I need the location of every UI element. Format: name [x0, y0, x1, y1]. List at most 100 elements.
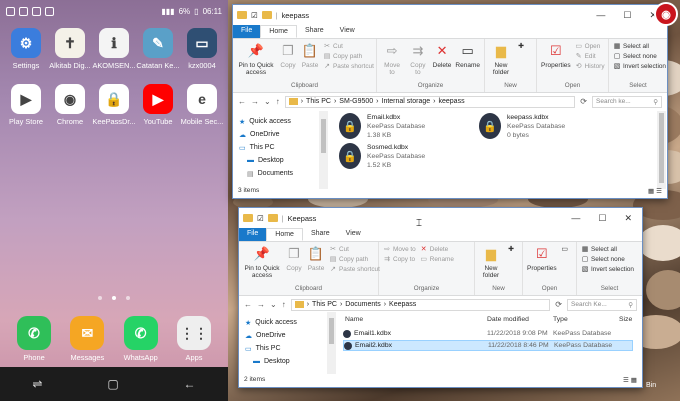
- breadcrumb-internal-storage[interactable]: Internal storage: [382, 98, 431, 105]
- delete-button[interactable]: ✕ Delete: [433, 42, 452, 82]
- select-none-button[interactable]: ▢ Select none: [613, 53, 666, 60]
- back-arrow-icon[interactable]: ←: [238, 97, 246, 106]
- app-keepass[interactable]: 🔒 KeePassDr...: [92, 84, 136, 126]
- search-input[interactable]: Search ke... ⚲: [592, 95, 662, 108]
- minimize-button[interactable]: —: [596, 10, 605, 21]
- refresh-icon[interactable]: ⟳: [555, 300, 562, 309]
- new-folder-button[interactable]: ▆ New folder: [479, 245, 503, 285]
- app-bible[interactable]: ✝ Alkitab Dig...: [48, 28, 92, 70]
- tab-view[interactable]: View: [332, 25, 363, 38]
- column-type[interactable]: Type: [553, 316, 619, 323]
- open-small-button[interactable]: ▭: [561, 246, 569, 253]
- nav-desktop[interactable]: ▬ Desktop: [239, 154, 329, 167]
- app-notes[interactable]: ✎ Catatan Ke...: [136, 28, 180, 70]
- copy-to-button[interactable]: ⇉ Copy to: [407, 42, 428, 82]
- select-all-button[interactable]: ▦ Select all: [613, 43, 666, 50]
- recent-locations-icon[interactable]: ⌄: [264, 97, 271, 106]
- app-kzx[interactable]: ▭ kzx0004: [180, 28, 224, 70]
- pin-quick-access-button[interactable]: 📌 Pin to Quick access: [237, 42, 275, 82]
- app-youtube[interactable]: ▶ YouTube: [136, 84, 180, 126]
- open-button[interactable]: ▭ Open: [575, 43, 605, 50]
- up-arrow-icon[interactable]: ↑: [282, 300, 286, 309]
- nav-desktop[interactable]: ▬ Desktop: [245, 355, 335, 368]
- file-item[interactable]: 🔒 keepass.kdbx KeePass Database 0 bytes: [479, 113, 565, 140]
- tab-share[interactable]: Share: [297, 25, 332, 38]
- app-info[interactable]: ℹ AKOMSEN...: [92, 28, 136, 70]
- nav-this-pc[interactable]: ▭ This PC: [239, 141, 329, 154]
- file-item[interactable]: 🔒 Sosmed.kdbx KeePass Database 1.52 KB: [339, 143, 425, 170]
- tab-view[interactable]: View: [338, 228, 369, 241]
- paste-shortcut-button[interactable]: ↗ Paste shortcut: [323, 63, 374, 70]
- properties-button[interactable]: ☑ Properties: [527, 245, 557, 285]
- back-icon[interactable]: ←: [184, 377, 196, 391]
- file-item[interactable]: 🔒 Email.kdbx KeePass Database 1.38 KB: [339, 113, 425, 140]
- nav-quick-access[interactable]: ★ Quick access: [239, 115, 329, 128]
- maximize-button[interactable]: ☐: [598, 213, 606, 224]
- back-arrow-icon[interactable]: ←: [244, 300, 252, 309]
- copy-path-button[interactable]: ▤ Copy path: [329, 256, 380, 263]
- column-date-modified[interactable]: Date modified: [487, 316, 553, 323]
- nav-scrollbar[interactable]: [319, 111, 328, 189]
- delete-button[interactable]: ✕ Delete: [420, 246, 454, 253]
- copy-button[interactable]: ❐ Copy: [285, 245, 303, 285]
- column-name[interactable]: Name: [345, 316, 487, 323]
- scroll-thumb[interactable]: [321, 119, 326, 153]
- new-folder-button[interactable]: ▆ New folder: [489, 42, 513, 82]
- app-messages[interactable]: ✉ Messages: [65, 316, 109, 362]
- move-to-button[interactable]: ⇨ Move to: [383, 246, 416, 253]
- address-bar[interactable]: › This PC › Documents › Keepass: [290, 298, 551, 311]
- forward-arrow-icon[interactable]: →: [251, 97, 259, 106]
- breadcrumb-documents[interactable]: Documents: [345, 301, 380, 308]
- app-eset[interactable]: e Mobile Sec...: [180, 84, 224, 126]
- quick-save-icon[interactable]: ☑: [257, 214, 264, 223]
- view-toggle-icons[interactable]: ▦ ☰: [648, 187, 662, 196]
- tab-home[interactable]: Home: [266, 228, 303, 241]
- invert-selection-button[interactable]: ▧ Invert selection: [581, 266, 634, 273]
- move-to-button[interactable]: ⇨ Move to: [381, 42, 403, 82]
- app-phone[interactable]: ✆ Phone: [12, 316, 56, 362]
- recent-locations-icon[interactable]: ⌄: [270, 300, 277, 309]
- forward-arrow-icon[interactable]: →: [257, 300, 265, 309]
- nav-quick-access[interactable]: ★ Quick access: [245, 316, 335, 329]
- paste-shortcut-button[interactable]: ↗ Paste shortcut: [329, 266, 380, 273]
- recent-apps-icon[interactable]: ⇌: [32, 377, 42, 391]
- record-icon[interactable]: ◉: [654, 2, 678, 26]
- search-input[interactable]: Search Ke... ⚲: [567, 298, 637, 311]
- view-toggle-icons[interactable]: ☰ ▦: [623, 376, 637, 385]
- home-icon[interactable]: ▢: [107, 377, 118, 391]
- minimize-button[interactable]: —: [571, 213, 580, 224]
- table-row[interactable]: Email1.kdbx 11/22/2018 9:08 PM KeePass D…: [343, 328, 633, 339]
- up-arrow-icon[interactable]: ↑: [276, 97, 280, 106]
- cut-button[interactable]: ✂ Cut: [329, 246, 380, 253]
- breadcrumb-keepass[interactable]: keepass: [439, 98, 465, 105]
- pin-quick-access-button[interactable]: 📌 Pin to Quick access: [243, 245, 281, 285]
- app-chrome[interactable]: ◉ Chrome: [48, 84, 92, 126]
- recycle-bin-label[interactable]: Bin: [646, 382, 656, 389]
- invert-selection-button[interactable]: ▧ Invert selection: [613, 63, 666, 70]
- edit-button[interactable]: ✎ Edit: [575, 53, 605, 60]
- tab-home[interactable]: Home: [260, 25, 297, 38]
- copy-button[interactable]: ❐ Copy: [279, 42, 297, 82]
- column-size[interactable]: Size: [619, 316, 639, 323]
- select-all-button[interactable]: ▦ Select all: [581, 246, 634, 253]
- paste-button[interactable]: 📋 Paste: [307, 245, 325, 285]
- app-gear[interactable]: ⚙ Settings: [4, 28, 48, 70]
- breadcrumb-this-pc[interactable]: This PC: [312, 301, 337, 308]
- copy-path-button[interactable]: ▤ Copy path: [323, 53, 374, 60]
- nav-documents[interactable]: ▤ Documents: [239, 167, 329, 180]
- cut-button[interactable]: ✂ Cut: [323, 43, 374, 50]
- nav-onedrive[interactable]: ☁ OneDrive: [239, 128, 329, 141]
- app-whatsapp[interactable]: ✆ WhatsApp: [119, 316, 163, 362]
- copy-to-button[interactable]: ⇉ Copy to: [383, 256, 416, 263]
- history-button[interactable]: ⟲ History: [575, 63, 605, 70]
- rename-button[interactable]: ▭ Rename: [455, 42, 480, 82]
- nav-onedrive[interactable]: ☁ OneDrive: [245, 329, 335, 342]
- tab-share[interactable]: Share: [303, 228, 338, 241]
- table-row-selected[interactable]: Email2.kdbx 11/22/2018 8:46 PM KeePass D…: [343, 340, 633, 351]
- properties-button[interactable]: ☑ Properties: [541, 42, 571, 82]
- app-apps-grid[interactable]: ⋮⋮ Apps: [172, 316, 216, 362]
- nav-scrollbar[interactable]: [327, 312, 336, 374]
- select-none-button[interactable]: ▢ Select none: [581, 256, 634, 263]
- tab-file[interactable]: File: [233, 25, 261, 38]
- paste-button[interactable]: 📋 Paste: [301, 42, 319, 82]
